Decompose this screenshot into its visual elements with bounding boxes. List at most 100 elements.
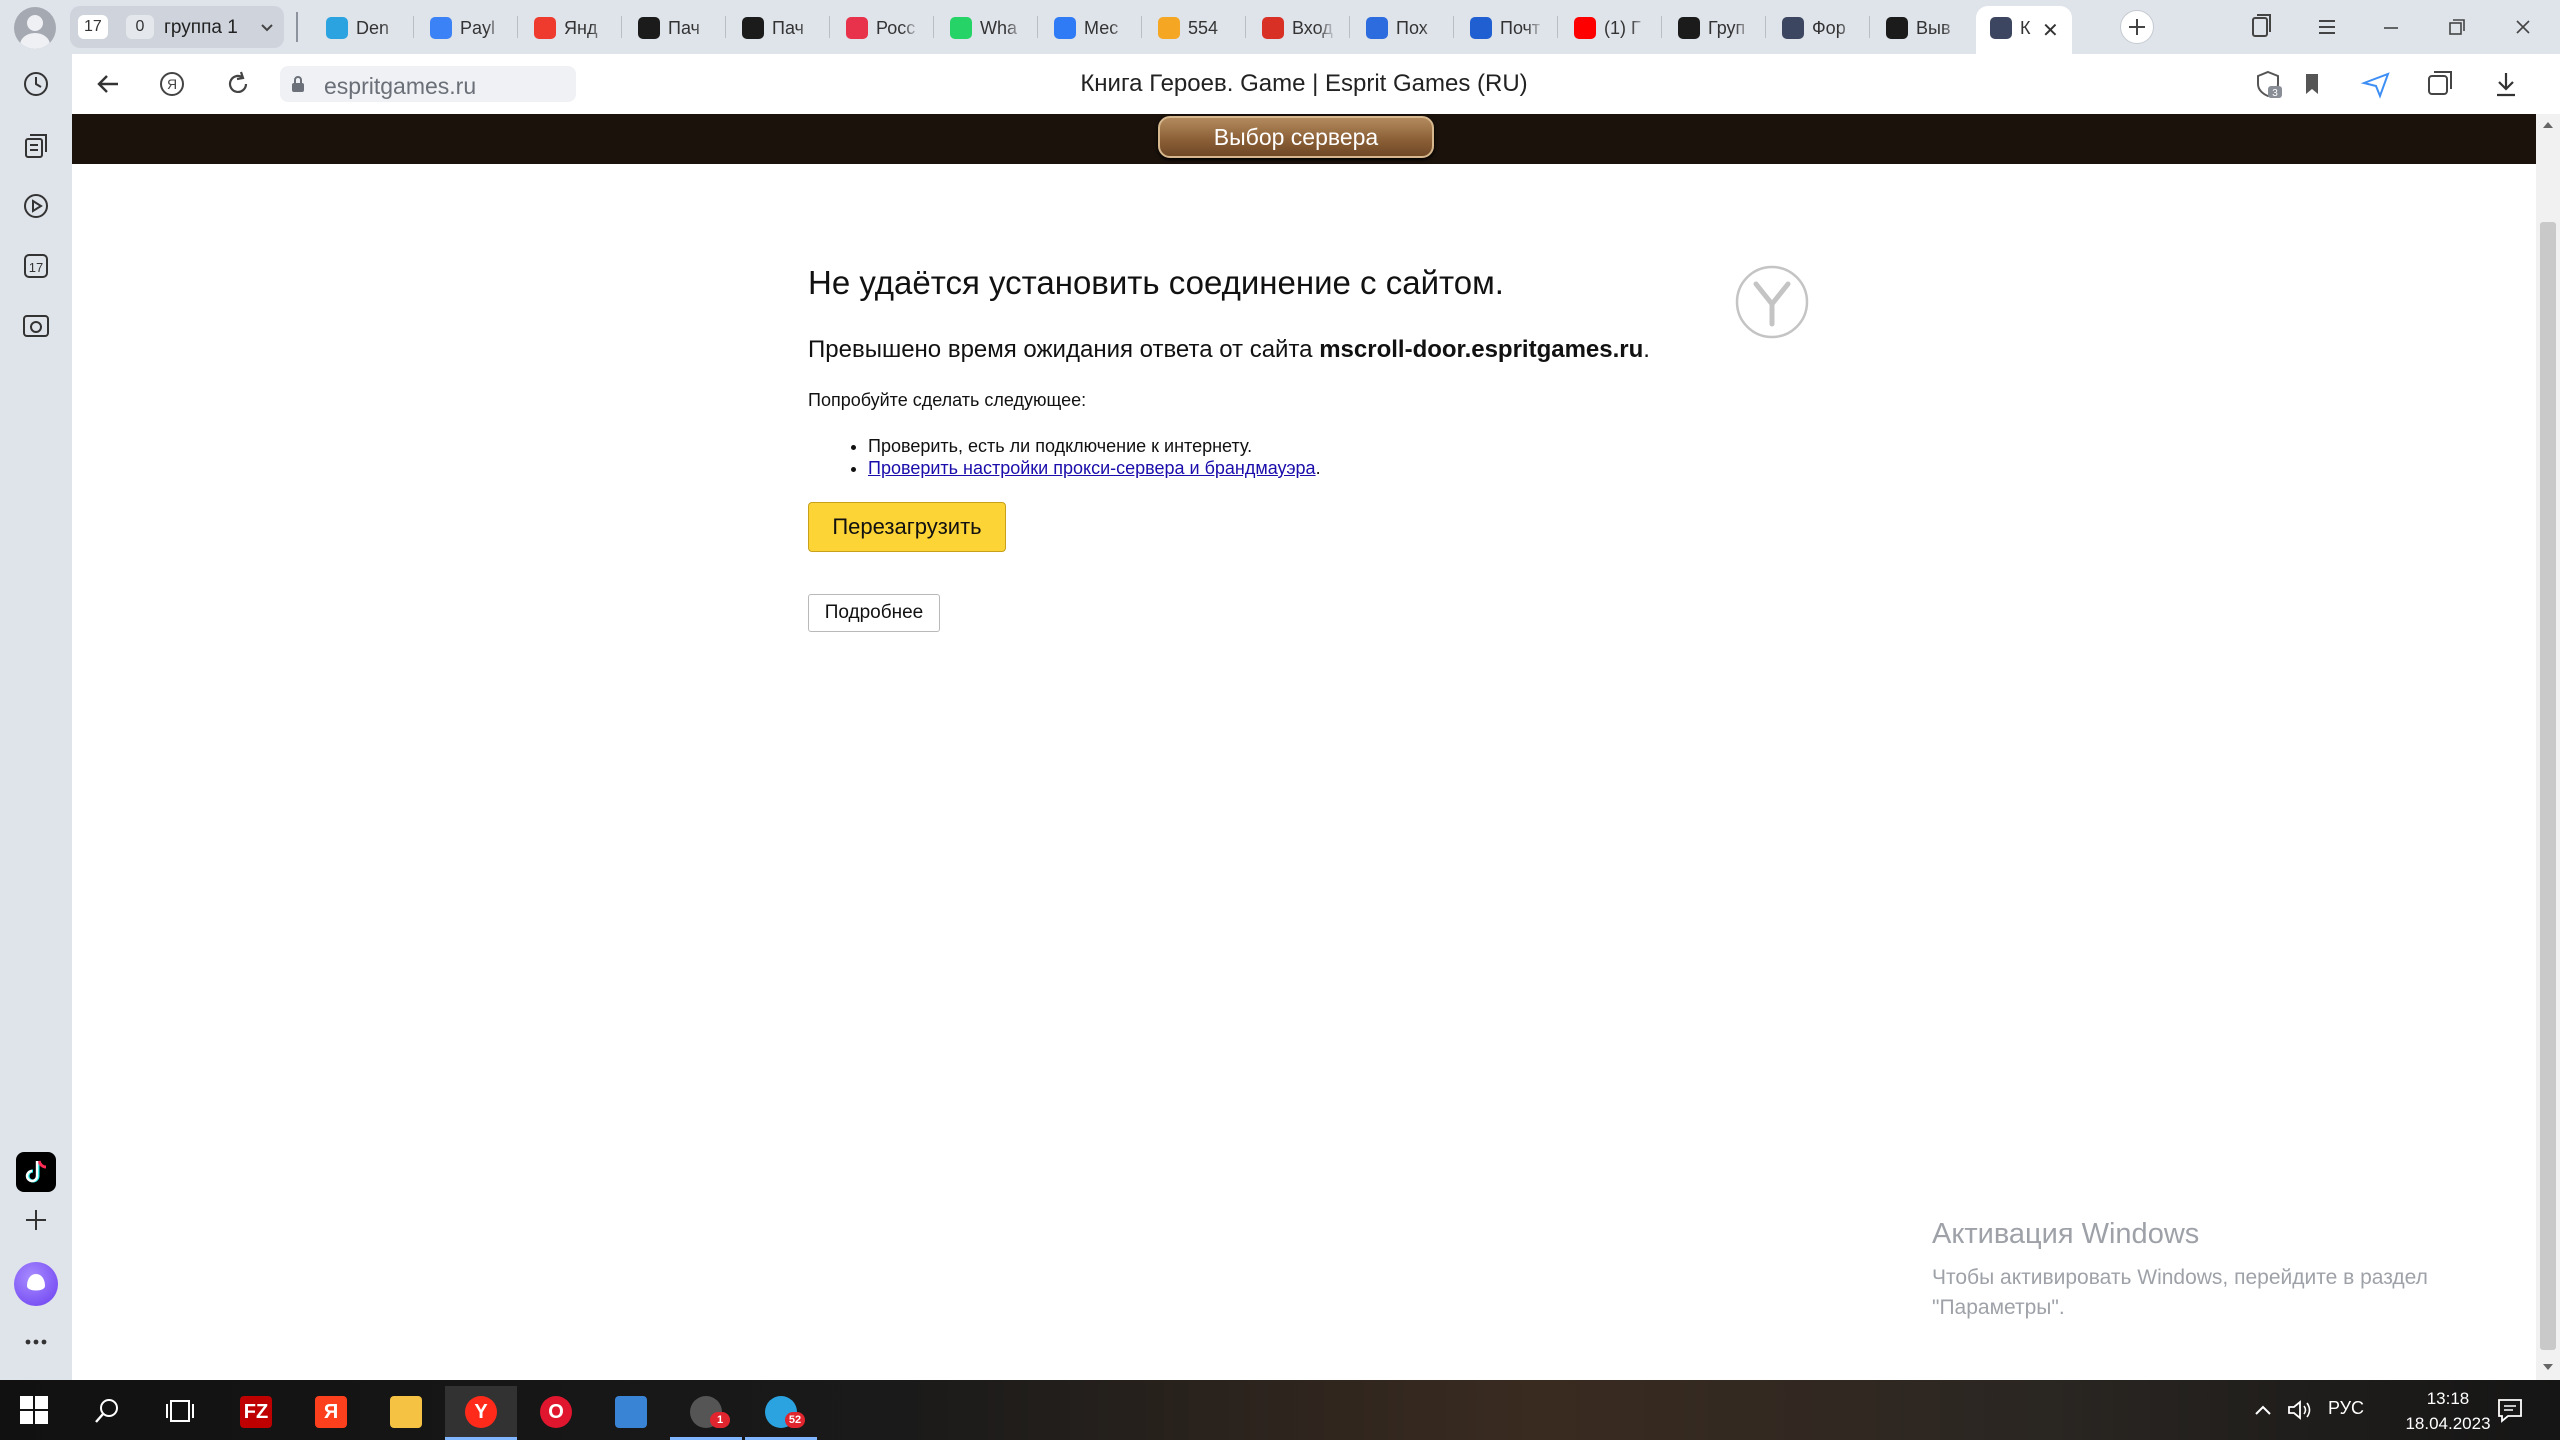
tab[interactable]: 554 [1144, 6, 1246, 48]
tab-title: Wha [980, 18, 1018, 38]
page-scrollbar[interactable] [2536, 114, 2560, 1380]
tab-group[interactable]: 17 0 группа 1 [70, 6, 284, 48]
tab-title: Янд [564, 18, 598, 38]
tab-title: 554 [1188, 18, 1219, 38]
task-view-icon[interactable] [164, 1396, 196, 1426]
tab-title: Почт [1500, 18, 1541, 38]
scroll-thumb[interactable] [2540, 222, 2556, 1350]
tab-divider [1037, 16, 1038, 38]
tab-divider [1453, 16, 1454, 38]
tab[interactable]: Фор [1768, 6, 1870, 48]
tab[interactable]: Wha [936, 6, 1038, 48]
more-dots-icon[interactable] [20, 1326, 52, 1358]
tab[interactable]: Выв [1872, 6, 1974, 48]
tab[interactable]: Янд [520, 6, 622, 48]
screenshot-camera-icon[interactable] [20, 310, 52, 342]
taskbar-clock[interactable]: 13:18 18.04.2023 [2400, 1386, 2496, 1436]
input-language[interactable]: РУС [2328, 1398, 2364, 1419]
protect-icon[interactable]: 3 [2252, 68, 2284, 100]
tab[interactable]: (1) Г [1560, 6, 1662, 48]
server-select-button[interactable]: Выбор сервера [1158, 116, 1434, 158]
mailbox-icon [1470, 17, 1492, 39]
add-panel-plus-icon[interactable] [20, 1204, 52, 1236]
error-desc-prefix: Превышено время ожидания ответа от сайта [808, 336, 1320, 363]
history-clock-icon[interactable] [20, 68, 52, 100]
chevron-down-icon[interactable] [256, 15, 278, 39]
laptop-icon [615, 1396, 647, 1428]
page-title: Книга Героев. Game | Esprit Games (RU) [1080, 70, 1528, 97]
windows-start-icon[interactable] [20, 1396, 48, 1424]
proxy-settings-link[interactable]: Проверить настройки прокси-сервера и бра… [868, 458, 1316, 478]
whatsapp-icon [950, 17, 972, 39]
taskbar-app-yandex[interactable]: Я [295, 1386, 367, 1440]
search-icon[interactable] [92, 1396, 122, 1426]
mail-icon [430, 17, 452, 39]
filezilla-icon: FZ [240, 1396, 272, 1428]
tray-chevron-up-icon[interactable] [2252, 1400, 2274, 1420]
collections-sidebar-icon[interactable] [20, 130, 52, 162]
star-icon [1990, 17, 2012, 39]
watermark-title: Активация Windows [1932, 1218, 2200, 1250]
collections-icon[interactable] [2424, 68, 2456, 100]
new-tab-button[interactable] [2120, 10, 2154, 44]
tab[interactable]: Payl [416, 6, 518, 48]
close-window-icon[interactable] [2508, 12, 2538, 42]
scroll-down-arrow[interactable] [2543, 1364, 2553, 1370]
tab-divider [1661, 16, 1662, 38]
restore-icon[interactable] [2442, 12, 2472, 42]
minimize-icon[interactable] [2376, 12, 2406, 42]
tab-divider [829, 16, 830, 38]
volume-icon[interactable] [2286, 1398, 2314, 1422]
send-icon[interactable] [2360, 68, 2392, 100]
layers-icon [638, 17, 660, 39]
tab[interactable]: Вход [1248, 6, 1350, 48]
notifications-icon[interactable] [2496, 1396, 2524, 1424]
reload-button[interactable]: Перезагрузить [808, 502, 1006, 552]
taskbar-app-yandex-browser[interactable]: Y [445, 1386, 517, 1440]
tab-title: Den [356, 18, 390, 38]
tab[interactable]: Пач [624, 6, 726, 48]
play-video-icon[interactable] [20, 190, 52, 222]
tab[interactable]: Мес [1040, 6, 1142, 48]
tab-group-count: 17 [78, 15, 108, 39]
tab[interactable]: Пох [1352, 6, 1454, 48]
taskbar-app-telegram[interactable]: 52 [745, 1386, 817, 1440]
error-host: mscroll-door.espritgames.ru [1319, 336, 1644, 363]
ya-icon [846, 17, 868, 39]
profile-avatar[interactable] [14, 7, 56, 49]
calendar-icon[interactable]: 17 [20, 250, 52, 282]
error-description: Превышено время ожидания ответа от сайта… [808, 336, 1808, 364]
taskbar-app-app-7[interactable]: 1 [670, 1386, 742, 1440]
bookmark-icon[interactable] [2296, 68, 2328, 100]
menu-icon[interactable] [2312, 12, 2342, 42]
details-button[interactable]: Подробнее [808, 594, 940, 632]
tab-group-divider [296, 12, 298, 42]
tab[interactable]: Почт [1456, 6, 1558, 48]
taskbar-app-explorer[interactable] [370, 1386, 442, 1440]
error-content: Не удаётся установить соединение с сайто… [808, 264, 1808, 479]
alice-assistant-icon[interactable] [14, 1262, 58, 1306]
layers-icon [742, 17, 764, 39]
close-tab-icon[interactable]: ✕ [2042, 18, 2059, 43]
opera-icon: O [540, 1396, 572, 1428]
tab[interactable]: Пач [728, 6, 830, 48]
tab-title: Пох [1396, 18, 1428, 38]
tiktok-icon[interactable] [16, 1152, 56, 1192]
clock-time: 13:18 [2426, 1389, 2470, 1408]
youtube-icon [1574, 17, 1596, 39]
tab-active[interactable]: К ✕ [1976, 6, 2072, 54]
taskbar-app-app-6[interactable] [595, 1386, 667, 1440]
download-icon[interactable] [2490, 68, 2522, 100]
tab[interactable]: Den [312, 6, 414, 48]
tab[interactable]: Росс [832, 6, 934, 48]
tab-manager-icon[interactable] [2246, 12, 2276, 42]
taskbar-app-filezilla[interactable]: FZ [220, 1386, 292, 1440]
scroll-up-arrow[interactable] [2543, 122, 2553, 128]
taskbar-app-opera[interactable]: O [520, 1386, 592, 1440]
navigation-bar: Я espritgames.ru Книга Героев. Game | Es… [72, 54, 2560, 114]
yandex-browser-logo-icon [1735, 265, 1809, 339]
do-icon [1678, 17, 1700, 39]
star-icon [1782, 17, 1804, 39]
tab-title: К [2020, 18, 2031, 38]
tab[interactable]: Груп [1664, 6, 1766, 48]
